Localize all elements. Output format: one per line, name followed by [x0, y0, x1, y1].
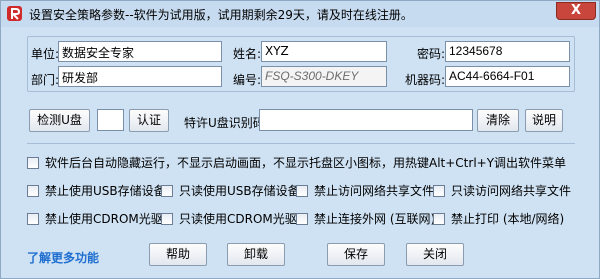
- clear-button[interactable]: 清除: [477, 109, 519, 132]
- checkbox[interactable]: [296, 185, 308, 197]
- option-readonly-share[interactable]: 只读访问网络共享文件: [433, 182, 571, 199]
- option-label: 软件后台自动隐藏运行，不显示启动画面，不显示托盘区小图标，用热键Alt+Ctrl…: [45, 156, 567, 170]
- checkbox[interactable]: [27, 157, 39, 169]
- checkbox[interactable]: [433, 185, 445, 197]
- settings-window: 设置安全策略参数--软件为试用版，试用期剩余29天，请及时在线注册。 X 单位:…: [0, 0, 600, 279]
- machine-code-field[interactable]: AC44-6664-F01: [445, 66, 570, 87]
- name-field[interactable]: XYZ: [261, 41, 387, 62]
- password-field[interactable]: 12345678: [445, 41, 570, 62]
- option-label: 禁止连接外网 (互联网): [314, 212, 436, 226]
- auth-button[interactable]: 认证: [129, 109, 169, 132]
- window-close-button[interactable]: X: [556, 2, 596, 20]
- option-block-print[interactable]: 禁止打印 (本地/网络): [433, 210, 564, 227]
- close-icon: X: [570, 3, 582, 18]
- learn-more-link[interactable]: 了解更多功能: [27, 249, 99, 266]
- option-label: 禁止使用CDROM光驱: [45, 212, 163, 226]
- option-label: 禁止访问网络共享文件: [314, 184, 435, 198]
- option-block-share[interactable]: 禁止访问网络共享文件: [296, 182, 434, 199]
- serial-label: 编号:: [233, 73, 262, 87]
- window-title: 设置安全策略参数--软件为试用版，试用期剩余29天，请及时在线注册。: [29, 8, 413, 22]
- close-button[interactable]: 关闭: [406, 243, 464, 266]
- checkbox[interactable]: [296, 213, 308, 225]
- option-readonly-cdrom[interactable]: 只读使用CDROM光驱: [161, 210, 297, 227]
- usb-id-field[interactable]: [259, 109, 473, 131]
- usb-code-field[interactable]: [97, 109, 124, 131]
- serial-field: FSQ-S300-DKEY: [261, 66, 387, 87]
- option-hide-running[interactable]: 软件后台自动隐藏运行，不显示启动画面，不显示托盘区小图标，用热键Alt+Ctrl…: [27, 154, 566, 171]
- option-label: 只读使用USB存储设备: [179, 184, 300, 198]
- dept-field[interactable]: 研发部: [58, 66, 222, 87]
- option-readonly-usb[interactable]: 只读使用USB存储设备: [161, 182, 300, 199]
- checkbox[interactable]: [27, 185, 39, 197]
- option-block-internet[interactable]: 禁止连接外网 (互联网): [296, 210, 435, 227]
- dept-label: 部门:: [31, 73, 60, 87]
- option-block-usb[interactable]: 禁止使用USB存储设备: [27, 182, 166, 199]
- unit-label: 单位:: [31, 47, 60, 61]
- app-shield-icon: [7, 6, 22, 21]
- detect-usb-button[interactable]: 检测U盘: [29, 109, 90, 132]
- help-button[interactable]: 帮助: [149, 243, 207, 266]
- checkbox[interactable]: [161, 213, 173, 225]
- usb-help-button[interactable]: 说明: [525, 109, 563, 132]
- option-label: 只读使用CDROM光驱: [179, 212, 297, 226]
- section-divider: [27, 143, 575, 144]
- option-block-cdrom[interactable]: 禁止使用CDROM光驱: [27, 210, 163, 227]
- password-label: 密码:: [417, 47, 446, 61]
- checkbox[interactable]: [433, 213, 445, 225]
- checkbox[interactable]: [27, 213, 39, 225]
- name-label: 姓名:: [233, 47, 262, 61]
- save-button[interactable]: 保存: [327, 243, 385, 266]
- title-bar: 设置安全策略参数--软件为试用版，试用期剩余29天，请及时在线注册。 X: [1, 1, 599, 27]
- unit-field[interactable]: 数据安全专家: [58, 41, 222, 62]
- option-label: 禁止使用USB存储设备: [45, 184, 166, 198]
- usb-id-label: 特许U盘识别码:: [184, 116, 269, 130]
- option-label: 禁止打印 (本地/网络): [451, 212, 565, 226]
- machine-code-label: 机器码:: [405, 73, 446, 87]
- uninstall-button[interactable]: 卸载: [227, 243, 285, 266]
- option-label: 只读访问网络共享文件: [451, 184, 572, 198]
- checkbox[interactable]: [161, 185, 173, 197]
